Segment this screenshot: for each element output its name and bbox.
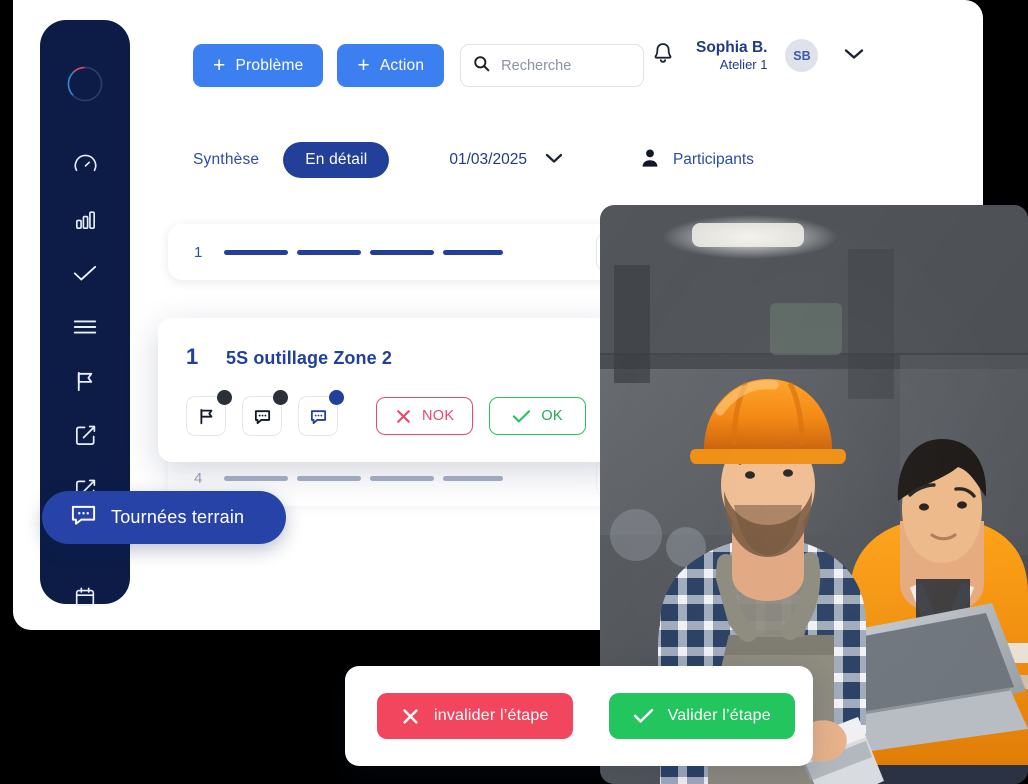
check-icon	[72, 263, 98, 283]
plus-icon: +	[357, 54, 370, 77]
check-icon	[633, 708, 654, 724]
row-number: 1	[194, 243, 203, 261]
validate-step-button[interactable]: Valider l’étape	[608, 693, 795, 739]
tab-en-detail[interactable]: En détail	[283, 142, 390, 178]
ring-logo[interactable]	[65, 64, 105, 104]
ok-button[interactable]: OK	[489, 397, 586, 435]
sidebar-nav	[40, 138, 130, 624]
user-workspace: Atelier 1	[719, 57, 768, 73]
badge-dot	[273, 390, 288, 405]
nok-label: NOK	[422, 408, 455, 424]
invalidate-step-label: invalider l’étape	[434, 707, 549, 724]
step-validation-bar: invalider l’étape Valider l’étape	[345, 666, 813, 766]
validate-step-label: Valider l’étape	[667, 707, 771, 724]
step-title: 5S outillage Zone 2	[226, 348, 392, 368]
sidebar-item-label: Tournées terrain	[111, 507, 245, 527]
comment-icon-button[interactable]	[242, 390, 288, 436]
sidebar-item-analytics[interactable]	[40, 192, 130, 246]
bell-icon[interactable]	[652, 41, 674, 70]
sidebar-item-forms[interactable]	[40, 408, 130, 462]
nok-button[interactable]: NOK	[376, 397, 474, 435]
check-icon	[512, 409, 531, 424]
comment-blue-icon-button[interactable]	[298, 390, 344, 436]
user-identity[interactable]: Sophia B. Atelier 1	[696, 38, 767, 74]
flag-icon	[73, 369, 98, 394]
gauge-icon	[73, 153, 98, 178]
bar-chart-icon	[73, 207, 98, 232]
sidebar-item-planning[interactable]	[40, 570, 130, 624]
search-box[interactable]	[460, 44, 645, 87]
filter-tab-row: Synthèse En détail 01/03/2025 Participan…	[193, 142, 754, 178]
chevron-down-icon[interactable]	[844, 47, 864, 65]
badge-dot	[217, 390, 232, 405]
add-action-label: Action	[379, 56, 425, 74]
flag-icon-button[interactable]	[186, 390, 232, 436]
menu-icon	[72, 318, 98, 336]
date-label: 01/03/2025	[449, 151, 527, 168]
step-detail-header: 1 5S outillage Zone 2	[158, 318, 626, 370]
person-icon	[641, 148, 659, 173]
ok-label: OK	[541, 408, 563, 424]
date-selector[interactable]: 01/03/2025	[449, 151, 563, 169]
step-detail-actions: NOK OK	[158, 370, 626, 436]
sidebar-item-dashboard[interactable]	[40, 138, 130, 192]
step-number: 1	[186, 344, 199, 369]
chat-bubble-icon	[70, 502, 97, 533]
search-icon	[473, 55, 490, 77]
user-name: Sophia B.	[696, 39, 768, 56]
sidebar-item-tournees-terrain[interactable]: Tournées terrain	[42, 491, 286, 544]
calendar-icon	[73, 585, 97, 609]
sidebar-item-issues[interactable]	[40, 354, 130, 408]
badge-dot	[329, 390, 344, 405]
top-toolbar: + Problème + Action	[193, 44, 645, 87]
add-problem-label: Problème	[235, 56, 304, 74]
sidebar-item-list[interactable]	[40, 300, 130, 354]
close-icon	[401, 707, 420, 726]
add-action-button[interactable]: + Action	[337, 44, 445, 87]
user-area: Sophia B. Atelier 1 SB	[652, 38, 864, 74]
edit-square-icon	[73, 423, 98, 448]
sidebar-item-tasks[interactable]	[40, 246, 130, 300]
tab-synthese[interactable]: Synthèse	[193, 151, 259, 169]
chevron-down-icon[interactable]	[545, 151, 563, 169]
participants-button[interactable]: Participants	[641, 148, 754, 173]
add-problem-button[interactable]: + Problème	[193, 44, 324, 87]
invalidate-step-button[interactable]: invalider l’étape	[377, 693, 573, 739]
avatar[interactable]: SB	[785, 39, 819, 73]
row-progress-bars	[224, 249, 503, 255]
participants-label: Participants	[672, 151, 754, 168]
row-progress-bars	[224, 475, 503, 481]
step-detail-card: 1 5S outillage Zone 2 NOK OK	[158, 318, 626, 462]
plus-icon: +	[213, 54, 226, 77]
search-input[interactable]	[499, 56, 632, 75]
close-icon	[395, 408, 412, 425]
row-number: 4	[194, 469, 203, 487]
